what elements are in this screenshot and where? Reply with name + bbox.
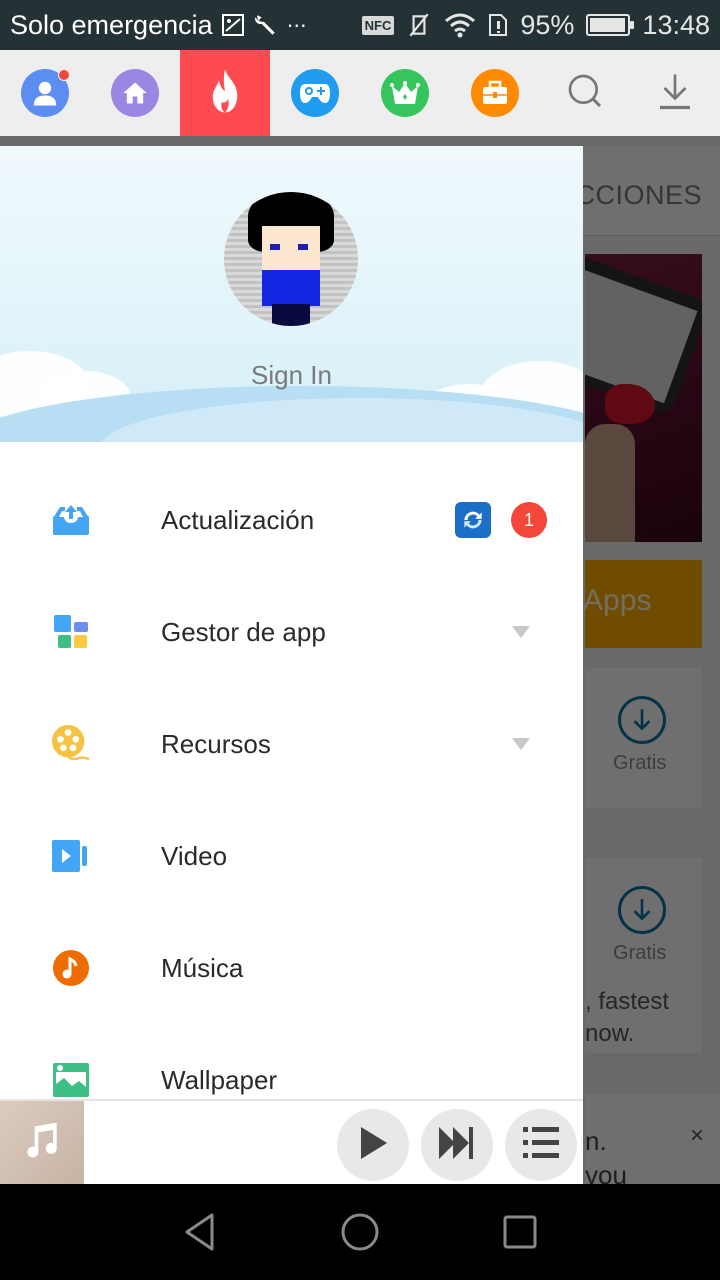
nav-home[interactable] bbox=[90, 50, 180, 136]
snackbar-text: n. you bbox=[585, 1126, 627, 1190]
play-button[interactable] bbox=[337, 1109, 409, 1181]
video-camera-icon bbox=[51, 836, 91, 876]
nav-games[interactable] bbox=[270, 50, 360, 136]
download-circle-icon[interactable] bbox=[618, 886, 666, 934]
background-snackbar: n. you × bbox=[585, 1094, 720, 1190]
update-count-badge: 1 bbox=[511, 502, 547, 538]
user-icon bbox=[21, 69, 70, 117]
nav-top[interactable] bbox=[360, 50, 450, 136]
mini-player bbox=[0, 1099, 583, 1186]
download-circle-icon[interactable] bbox=[618, 696, 666, 744]
clock: 13:48 bbox=[642, 9, 710, 40]
battery-icon bbox=[586, 14, 635, 36]
apps-banner-text: Apps bbox=[583, 584, 652, 617]
chevron-down-icon[interactable] bbox=[512, 626, 530, 638]
gamepad-icon bbox=[291, 69, 339, 117]
wifi-icon bbox=[444, 12, 476, 38]
avatar[interactable] bbox=[224, 192, 358, 326]
navigation-drawer: Sign In Actualización 1 Gestor de app Re… bbox=[0, 146, 583, 1184]
menu-item-label: Recursos bbox=[161, 728, 271, 759]
status-bar: Solo emergencia ⋯ NFC 95% 13:48 bbox=[0, 0, 720, 50]
menu-item-musica[interactable]: Música bbox=[0, 912, 583, 1024]
nav-downloads[interactable] bbox=[630, 50, 720, 136]
chevron-down-icon[interactable] bbox=[512, 738, 530, 750]
nav-search[interactable] bbox=[540, 50, 630, 136]
skip-next-icon bbox=[437, 1125, 477, 1166]
flame-icon bbox=[206, 68, 244, 119]
carrier-text: Solo emergencia bbox=[10, 9, 213, 40]
more-dots-icon: ⋯ bbox=[286, 14, 307, 37]
featured-banner[interactable] bbox=[585, 254, 702, 542]
menu-item-label: Actualización bbox=[161, 504, 315, 535]
apps-banner[interactable]: Apps bbox=[583, 560, 702, 648]
home-button[interactable] bbox=[340, 1212, 380, 1257]
playlist-icon bbox=[522, 1125, 560, 1166]
notification-dot bbox=[58, 69, 70, 81]
menu-item-label: Música bbox=[161, 952, 244, 983]
menu-item-gestor-de-app[interactable]: Gestor de app bbox=[0, 576, 583, 688]
search-icon bbox=[565, 71, 605, 116]
sync-update-icon[interactable] bbox=[455, 502, 491, 538]
menu-item-label: Gestor de app bbox=[161, 616, 326, 647]
playlist-button[interactable] bbox=[505, 1109, 577, 1181]
price-label: Gratis bbox=[613, 942, 667, 964]
nav-tools[interactable] bbox=[450, 50, 540, 136]
upload-tray-icon bbox=[51, 500, 91, 540]
music-note-icon bbox=[20, 1119, 64, 1168]
menu-item-video[interactable]: Video bbox=[0, 800, 583, 912]
app-card[interactable]: Gratis bbox=[585, 668, 702, 808]
drawer-menu: Actualización 1 Gestor de app Recursos V… bbox=[0, 442, 583, 1136]
app-description: , fastest now. bbox=[585, 988, 670, 1047]
image-icon bbox=[221, 13, 245, 37]
system-nav-bar bbox=[0, 1184, 720, 1280]
nfc-icon: NFC bbox=[361, 15, 395, 35]
nav-hot[interactable] bbox=[180, 50, 270, 136]
back-button[interactable] bbox=[180, 1212, 220, 1257]
sign-in-link[interactable]: Sign In bbox=[0, 360, 583, 391]
nav-profile[interactable] bbox=[0, 50, 90, 136]
crown-icon bbox=[381, 69, 429, 117]
download-icon bbox=[657, 71, 693, 116]
menu-item-label: Video bbox=[161, 840, 228, 871]
album-art[interactable] bbox=[0, 1101, 84, 1186]
price-label: Gratis bbox=[613, 752, 667, 774]
film-reel-icon bbox=[51, 724, 91, 764]
menu-item-recursos[interactable]: Recursos bbox=[0, 688, 583, 800]
back-icon bbox=[182, 1212, 218, 1257]
music-note-icon bbox=[51, 948, 91, 988]
home-icon bbox=[111, 69, 159, 117]
vibrate-off-icon bbox=[406, 12, 432, 38]
menu-item-label: Wallpaper bbox=[161, 1064, 278, 1095]
skip-next-button[interactable] bbox=[421, 1109, 493, 1181]
sim-alert-icon bbox=[488, 13, 508, 37]
drawer-header: Sign In bbox=[0, 146, 583, 442]
home-circle-icon bbox=[340, 1212, 380, 1257]
battery-percent: 95% bbox=[520, 9, 575, 40]
menu-item-actualizacion[interactable]: Actualización 1 bbox=[0, 464, 583, 576]
image-icon bbox=[51, 1060, 91, 1100]
recents-icon bbox=[502, 1214, 538, 1255]
recents-button[interactable] bbox=[500, 1214, 540, 1254]
toolbox-icon bbox=[471, 69, 519, 117]
app-manager-icon bbox=[51, 612, 91, 652]
top-nav-bar bbox=[0, 50, 720, 136]
app-card[interactable]: Gratis , fastest now. bbox=[585, 858, 702, 1053]
close-icon[interactable]: × bbox=[690, 1122, 704, 1150]
wrench-icon bbox=[253, 12, 279, 38]
play-icon bbox=[357, 1125, 389, 1166]
